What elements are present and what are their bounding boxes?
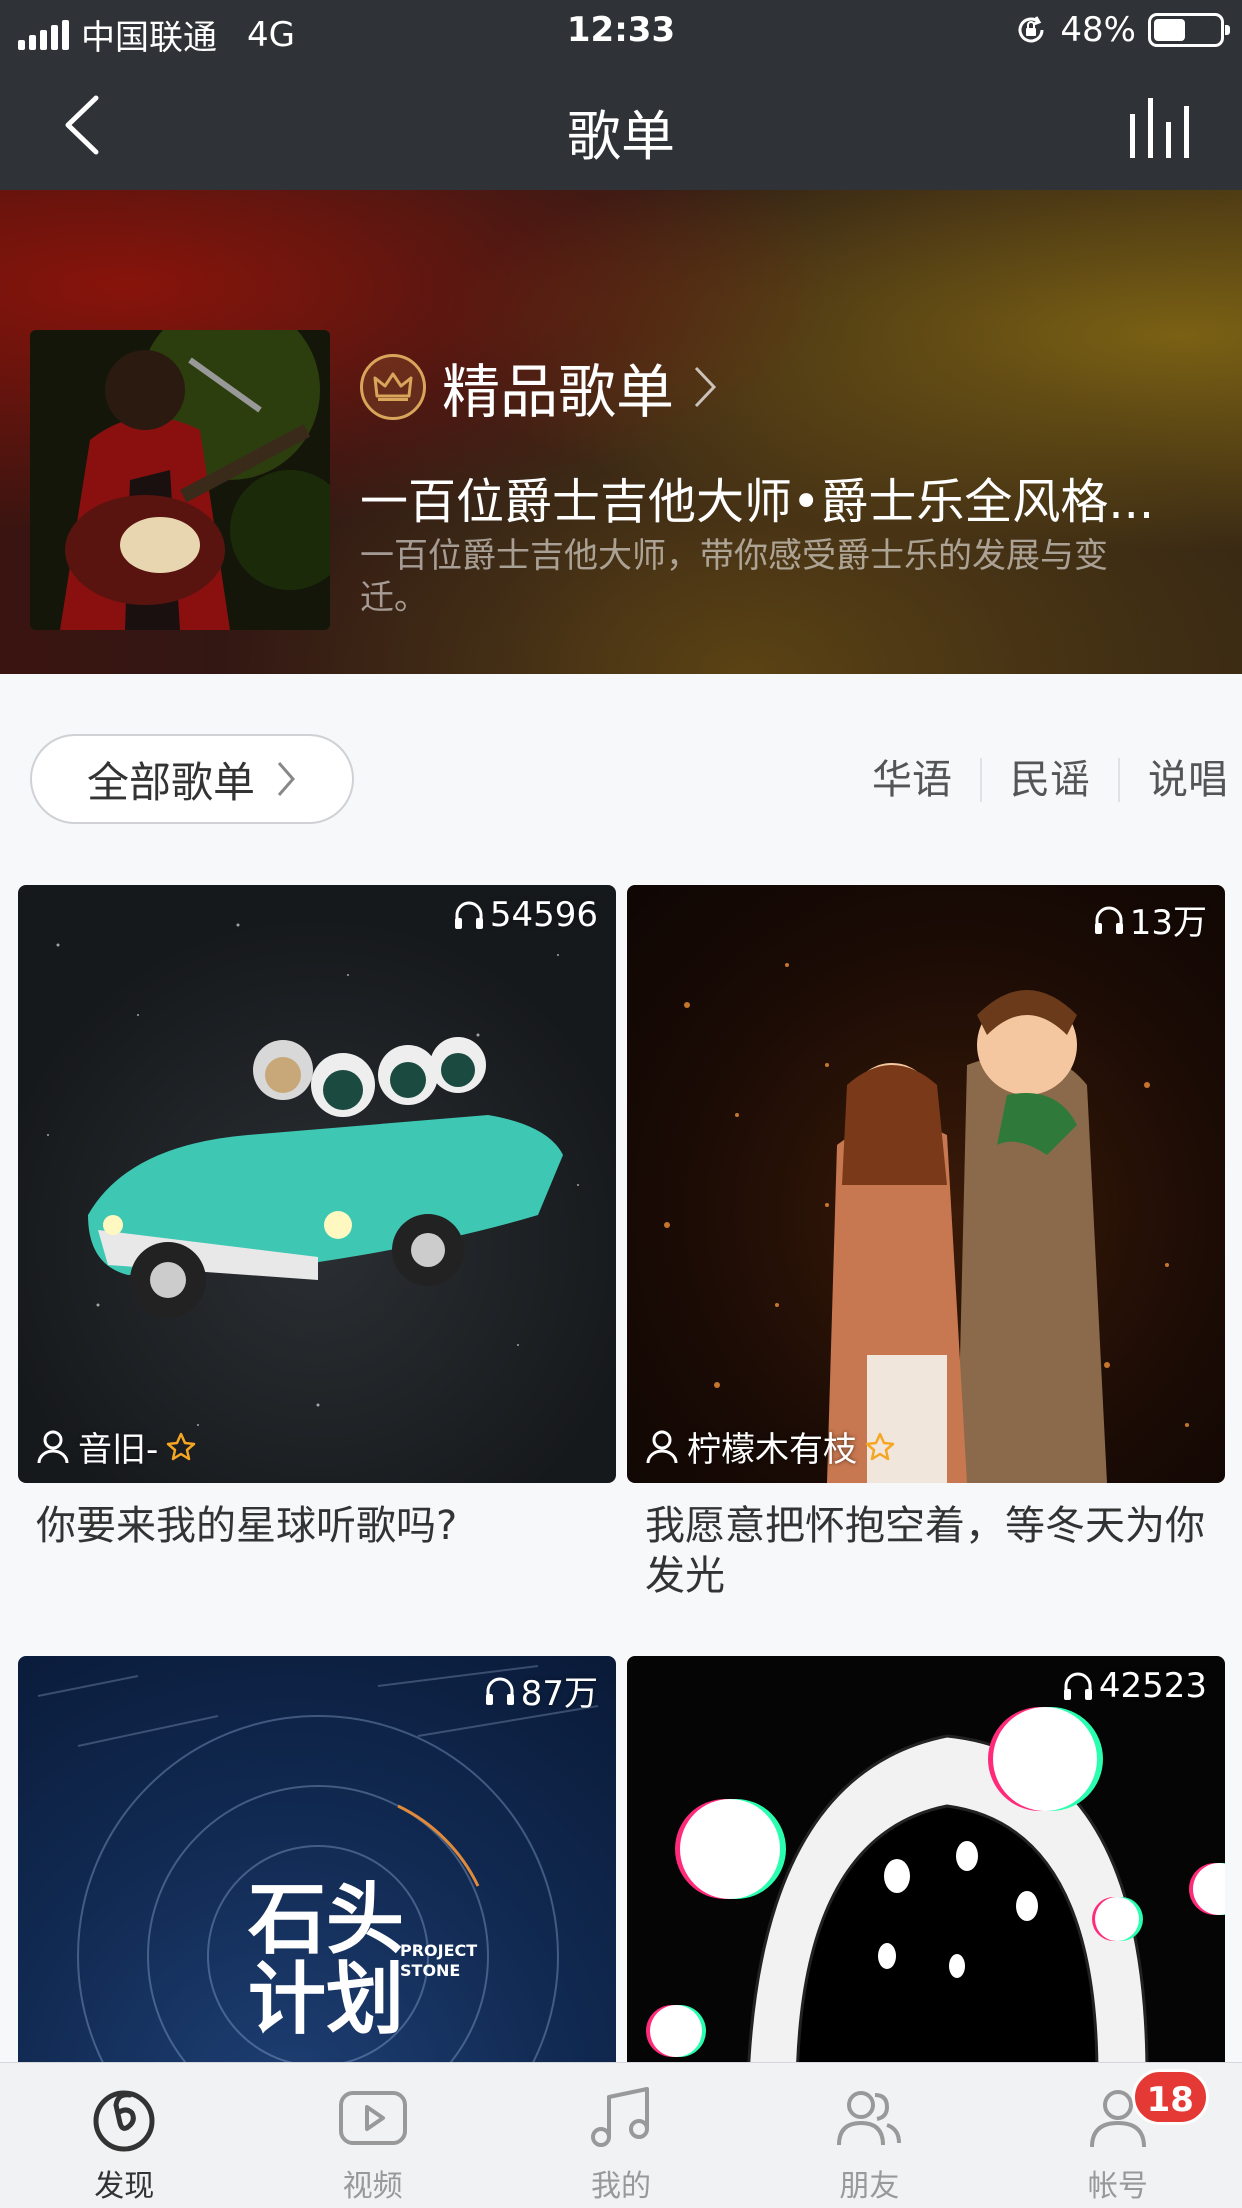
play-count: 54596 [452,895,598,935]
nav-bar: 歌单 [0,62,1242,190]
tab-mine[interactable]: 我的 [497,2063,745,2208]
page-title: 歌单 [567,105,675,168]
play-count-value: 13万 [1129,903,1207,943]
video-play-icon [338,2091,407,2145]
creator[interactable]: 音旧- [36,1422,196,1471]
headphones-icon [454,901,483,929]
user-icon [646,1430,678,1463]
tab-label: 我的 [591,2169,652,2204]
user-icon [37,1430,69,1463]
featured-badge-label: 精品歌单 [442,358,675,426]
equalizer-icon[interactable] [1122,92,1202,162]
svg-text:STONE: STONE [400,1961,460,1980]
crown-icon [360,354,426,420]
tab-discover[interactable]: 发现 [0,2063,248,2208]
headphones-icon [1094,906,1123,934]
playlist-cover[interactable]: 54596 音旧- [18,885,616,1483]
svg-text:PROJECT: PROJECT [400,1941,477,1960]
tab-account[interactable]: 帐号 18 [994,2063,1242,2208]
rotation-lock-icon [1018,16,1044,43]
tab-video[interactable]: 视频 [248,2063,496,2208]
featured-title[interactable]: 一百位爵士吉他大师•爵士乐全风格... [360,462,1180,532]
battery-icon [1148,13,1230,47]
svg-text:石头: 石头 [248,1875,404,1965]
tab-label: 帐号 [1087,2169,1148,2204]
category-tags: 华语 民谣 说唱 [844,752,1242,808]
guitarist-illustration [30,330,330,630]
playlist-square-page: 中国联通 4G 12:33 48% 歌单 精品歌单 一百位爵士吉他大师•爵士乐全… [0,0,1242,2208]
play-count-value: 87万 [520,1674,598,1714]
play-count: 13万 [1092,895,1207,944]
playlist-cover[interactable]: 13万 柠檬木有枝 [627,885,1225,1483]
bottom-tab-bar: 发现 视频 我的 朋友 帐号 18 [0,2062,1242,2208]
tab-label: 视频 [342,2169,403,2204]
notification-badge: 18 [1131,2069,1209,2125]
tab-friends[interactable]: 朋友 [745,2063,993,2208]
featured-badge[interactable]: 精品歌单 [360,345,720,429]
featured-description: 一百位爵士吉他大师，带你感受爵士乐的发展与变迁。 [360,536,1108,618]
friends-icon [837,2091,902,2146]
all-playlists-label: 全部歌单 [86,757,255,807]
chevron-right-icon [277,762,295,796]
vip-star-icon [865,1432,895,1460]
playlist-card[interactable]: 13万 柠檬木有枝 我愿意把怀抱空着，等冬天为你发光 [627,885,1225,1601]
headphones-icon [485,1677,514,1705]
vip-star-icon [167,1432,196,1460]
chevron-right-icon [694,366,717,408]
tag-shuochang[interactable]: 说唱 [1118,758,1242,802]
play-count: 42523 [1061,1666,1207,1706]
play-count: 87万 [483,1666,598,1715]
battery-percent: 48% [1060,10,1136,50]
tab-label: 朋友 [839,2169,900,2204]
status-bar: 中国联通 4G 12:33 48% [0,0,1242,62]
playlist-card[interactable]: 54596 音旧- 你要来我的星球听歌吗? [18,885,616,1551]
status-right: 48% [1014,10,1230,50]
couple-hug-illustration [664,963,1189,1483]
all-playlists-button[interactable]: 全部歌单 [30,734,354,824]
netease-music-icon [93,2090,155,2152]
creator[interactable]: 柠檬木有枝 [645,1422,895,1471]
category-filter-row: 全部歌单 华语 民谣 说唱 [0,674,1242,879]
play-count-value: 42523 [1098,1666,1207,1706]
tag-huayu[interactable]: 华语 [844,758,980,802]
play-count-value: 54596 [489,895,598,935]
headphones-icon [1063,1672,1092,1700]
featured-playlist-banner[interactable]: 精品歌单 一百位爵士吉他大师•爵士乐全风格... 一百位爵士吉他大师，带你感受爵… [0,190,1242,674]
creator-name: 音旧- [78,1430,159,1470]
battery-level [1154,19,1185,41]
svg-text:计划: 计划 [248,1955,404,2045]
featured-cover-image[interactable] [30,330,330,630]
creator-name: 柠檬木有枝 [687,1430,857,1470]
tag-minyao[interactable]: 民谣 [980,758,1118,802]
space-car-illustration [47,923,579,1426]
playlist-title[interactable]: 你要来我的星球听歌吗? [18,1501,616,1551]
playlist-title[interactable]: 我愿意把怀抱空着，等冬天为你发光 [627,1501,1225,1601]
tab-label: 发现 [94,2169,155,2204]
music-note-icon [591,2087,650,2147]
